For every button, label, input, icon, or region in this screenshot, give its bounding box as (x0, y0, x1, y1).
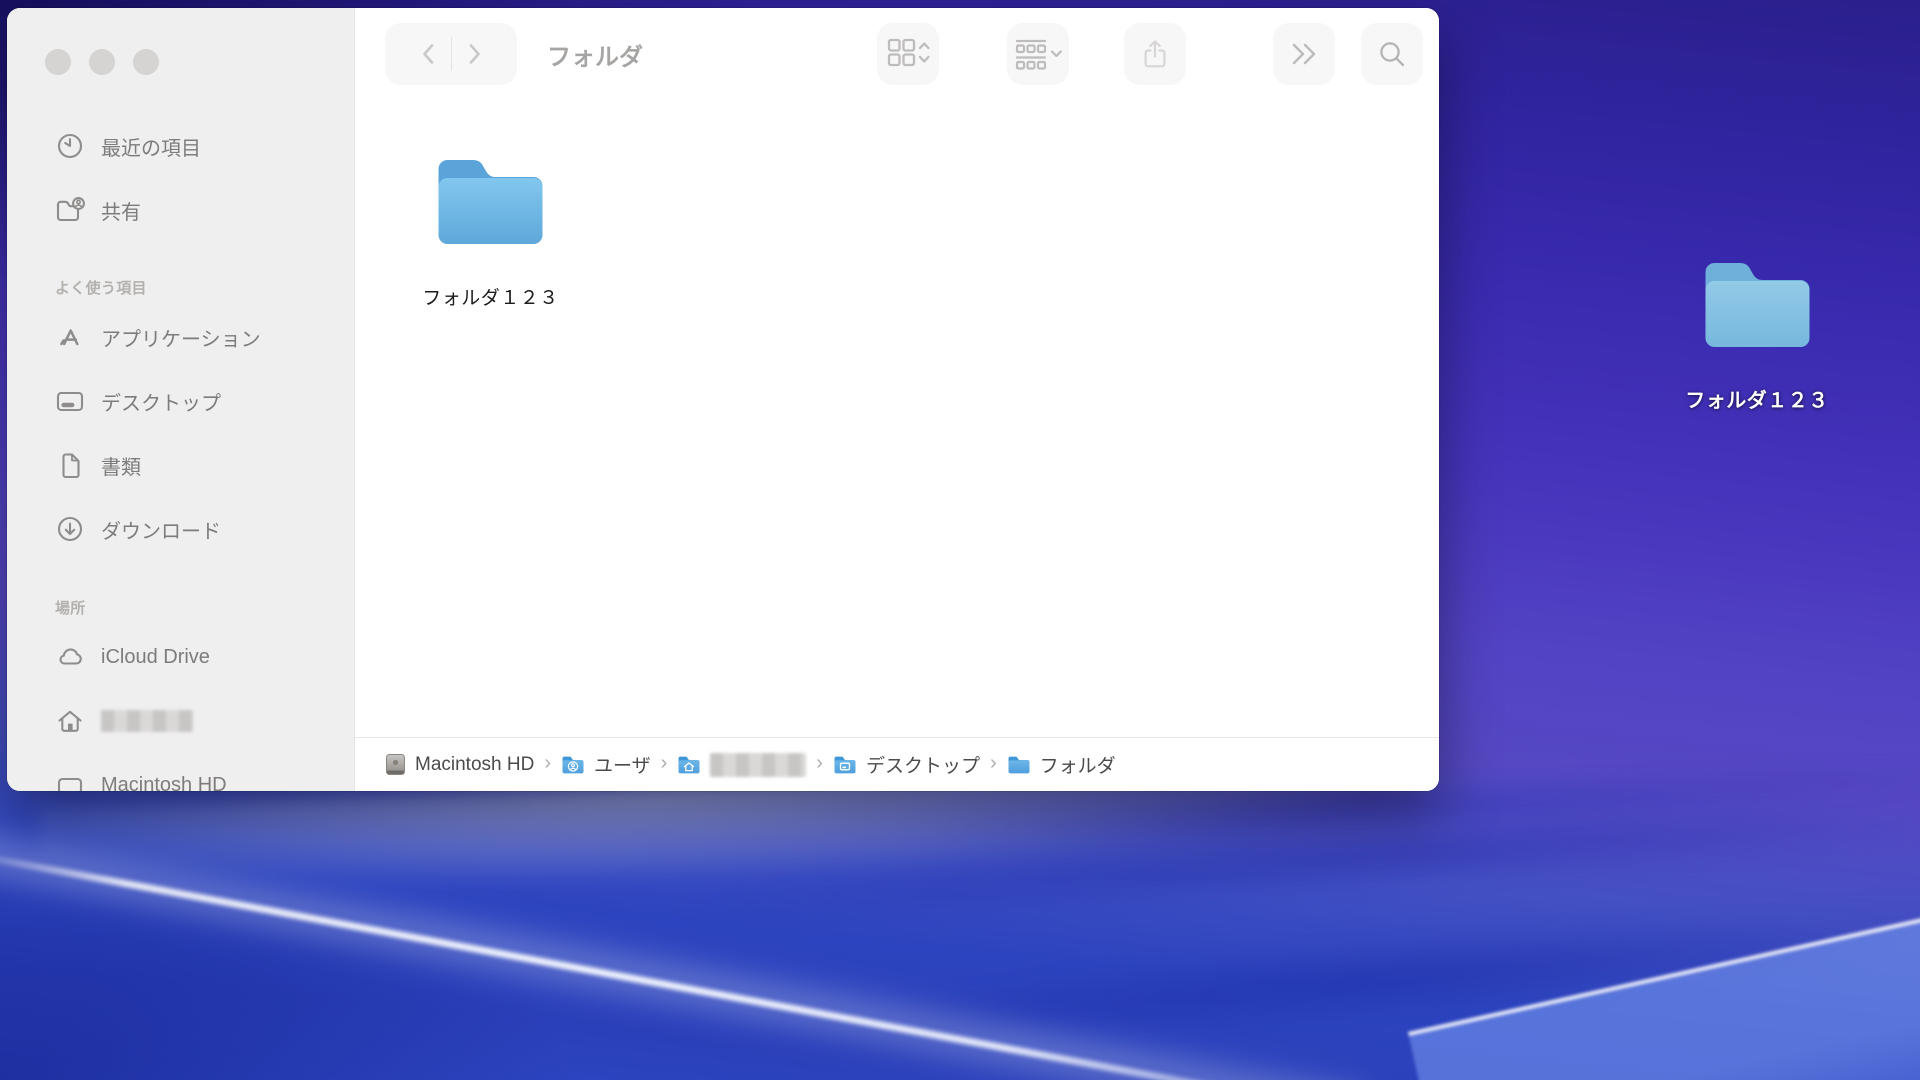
path-separator: › (989, 752, 997, 774)
sidebar-section-locations: 場所 (55, 599, 86, 617)
path-label: デスクトップ (865, 756, 980, 777)
sidebar-item-recents[interactable]: 最近の項目 (7, 114, 354, 178)
sidebar-item-applications[interactable]: アプリケーション (7, 305, 354, 369)
path-bar: Macintosh HD › ユーザ › › デスクトップ › フォルダ (355, 737, 1439, 791)
sidebar-item-label: 最近の項目 (101, 137, 201, 160)
navigation-buttons (385, 23, 517, 85)
minimize-button[interactable] (89, 49, 115, 75)
double-chevron-icon (1292, 43, 1316, 65)
redacted-username (101, 710, 193, 732)
sidebar-item-icloud[interactable]: iCloud Drive (7, 625, 354, 689)
search-icon (1380, 42, 1405, 67)
desktop-folder-label: フォルダ１２３ (1685, 390, 1829, 412)
desktop-icon (53, 386, 87, 416)
window-title: フォルダ (547, 43, 643, 71)
sidebar-item-label: ダウンロード (101, 520, 221, 543)
sidebar-item-label: アプリケーション (101, 328, 261, 351)
sidebar-item-label: デスクトップ (101, 392, 221, 415)
sidebar-item-shared[interactable]: 共有 (7, 178, 354, 242)
path-item-users[interactable]: ユーザ (561, 751, 651, 778)
sidebar-item-label: 共有 (101, 201, 141, 224)
path-label: ユーザ (594, 756, 651, 777)
wallpaper-streak-glow (0, 826, 1369, 1080)
finder-main: フォルダ フォルダ１２３ Macintosh HD › ユーザ › › デスクト… (355, 8, 1439, 791)
app-store-icon (53, 322, 87, 352)
path-item-macintosh-hd[interactable]: Macintosh HD (385, 753, 534, 776)
sidebar-item-downloads[interactable]: ダウンロード (7, 497, 354, 561)
folder-users-icon (561, 755, 585, 775)
home-icon (53, 706, 87, 736)
desktop-folder-icon[interactable]: フォルダ１２３ (1678, 257, 1836, 413)
document-icon (53, 450, 87, 480)
sidebar-item-documents[interactable]: 書類 (7, 433, 354, 497)
sidebar-item-desktop[interactable]: デスクトップ (7, 369, 354, 433)
shared-folder-icon (53, 195, 87, 225)
view-grid-button[interactable] (877, 23, 939, 85)
more-toolbar-items-button[interactable] (1273, 23, 1335, 85)
group-view-icon (1015, 39, 1062, 70)
wallpaper-corner-streak (1408, 884, 1920, 1080)
wallpaper-light-streak (0, 849, 1357, 1080)
folder-icon (430, 154, 551, 250)
path-item-current-folder[interactable]: フォルダ (1007, 751, 1116, 778)
file-item-label: フォルダ１２３ (422, 288, 559, 309)
folder-icon (1697, 257, 1818, 353)
path-label: Macintosh HD (415, 753, 535, 775)
hard-drive-icon (53, 770, 87, 791)
close-button[interactable] (45, 49, 71, 75)
search-button[interactable] (1361, 23, 1423, 85)
path-separator: › (544, 752, 551, 774)
finder-window: 最近の項目 共有 よく使う項目 アプリケーション デスクトップ 書類 ダウンロー… (7, 8, 1439, 791)
sidebar-section-favorites: よく使う項目 (55, 279, 147, 297)
sidebar-list: 最近の項目 共有 よく使う項目 アプリケーション デスクトップ 書類 ダウンロー… (7, 114, 354, 791)
share-icon (1144, 40, 1166, 68)
drive-icon (385, 753, 406, 776)
path-separator: › (816, 752, 823, 774)
forward-button[interactable] (452, 41, 496, 67)
folder-contents: フォルダ１２３ (355, 100, 1439, 737)
path-item-desktop[interactable]: デスクトップ (833, 751, 980, 778)
folder-home-icon (677, 755, 701, 775)
clock-icon (53, 131, 87, 161)
download-icon (53, 514, 87, 544)
finder-toolbar: フォルダ (355, 8, 1439, 100)
path-separator: › (660, 752, 668, 774)
sidebar-item-home[interactable] (7, 689, 354, 753)
back-button[interactable] (407, 41, 451, 67)
folder-desktop-icon (833, 755, 857, 775)
path-label: フォルダ (1039, 756, 1116, 777)
share-button[interactable] (1124, 23, 1186, 85)
group-by-button[interactable] (1007, 23, 1069, 85)
redacted-username (710, 752, 807, 777)
cloud-icon (53, 642, 87, 672)
grid-view-icon (887, 38, 930, 67)
wallpaper-wave-band (739, 882, 1920, 1072)
zoom-button[interactable] (133, 49, 159, 75)
path-item-user-home[interactable] (677, 752, 807, 777)
sidebar-item-macintosh-hd[interactable]: Macintosh HD (7, 753, 354, 791)
wallpaper-wave-band (659, 784, 1920, 938)
folder-icon (1007, 755, 1031, 775)
sidebar-item-label: iCloud Drive (101, 645, 210, 668)
desktop: フォルダ１２３ 最近の項目 共有 よく使う項目 アプリケーション デスクトップ … (0, 0, 1920, 1080)
finder-sidebar: 最近の項目 共有 よく使う項目 アプリケーション デスクトップ 書類 ダウンロー… (7, 8, 355, 791)
sidebar-item-label: 書類 (101, 456, 141, 479)
file-item-folder[interactable]: フォルダ１２３ (413, 154, 568, 310)
sidebar-item-label: Macintosh HD (101, 773, 227, 792)
window-controls (45, 49, 159, 75)
